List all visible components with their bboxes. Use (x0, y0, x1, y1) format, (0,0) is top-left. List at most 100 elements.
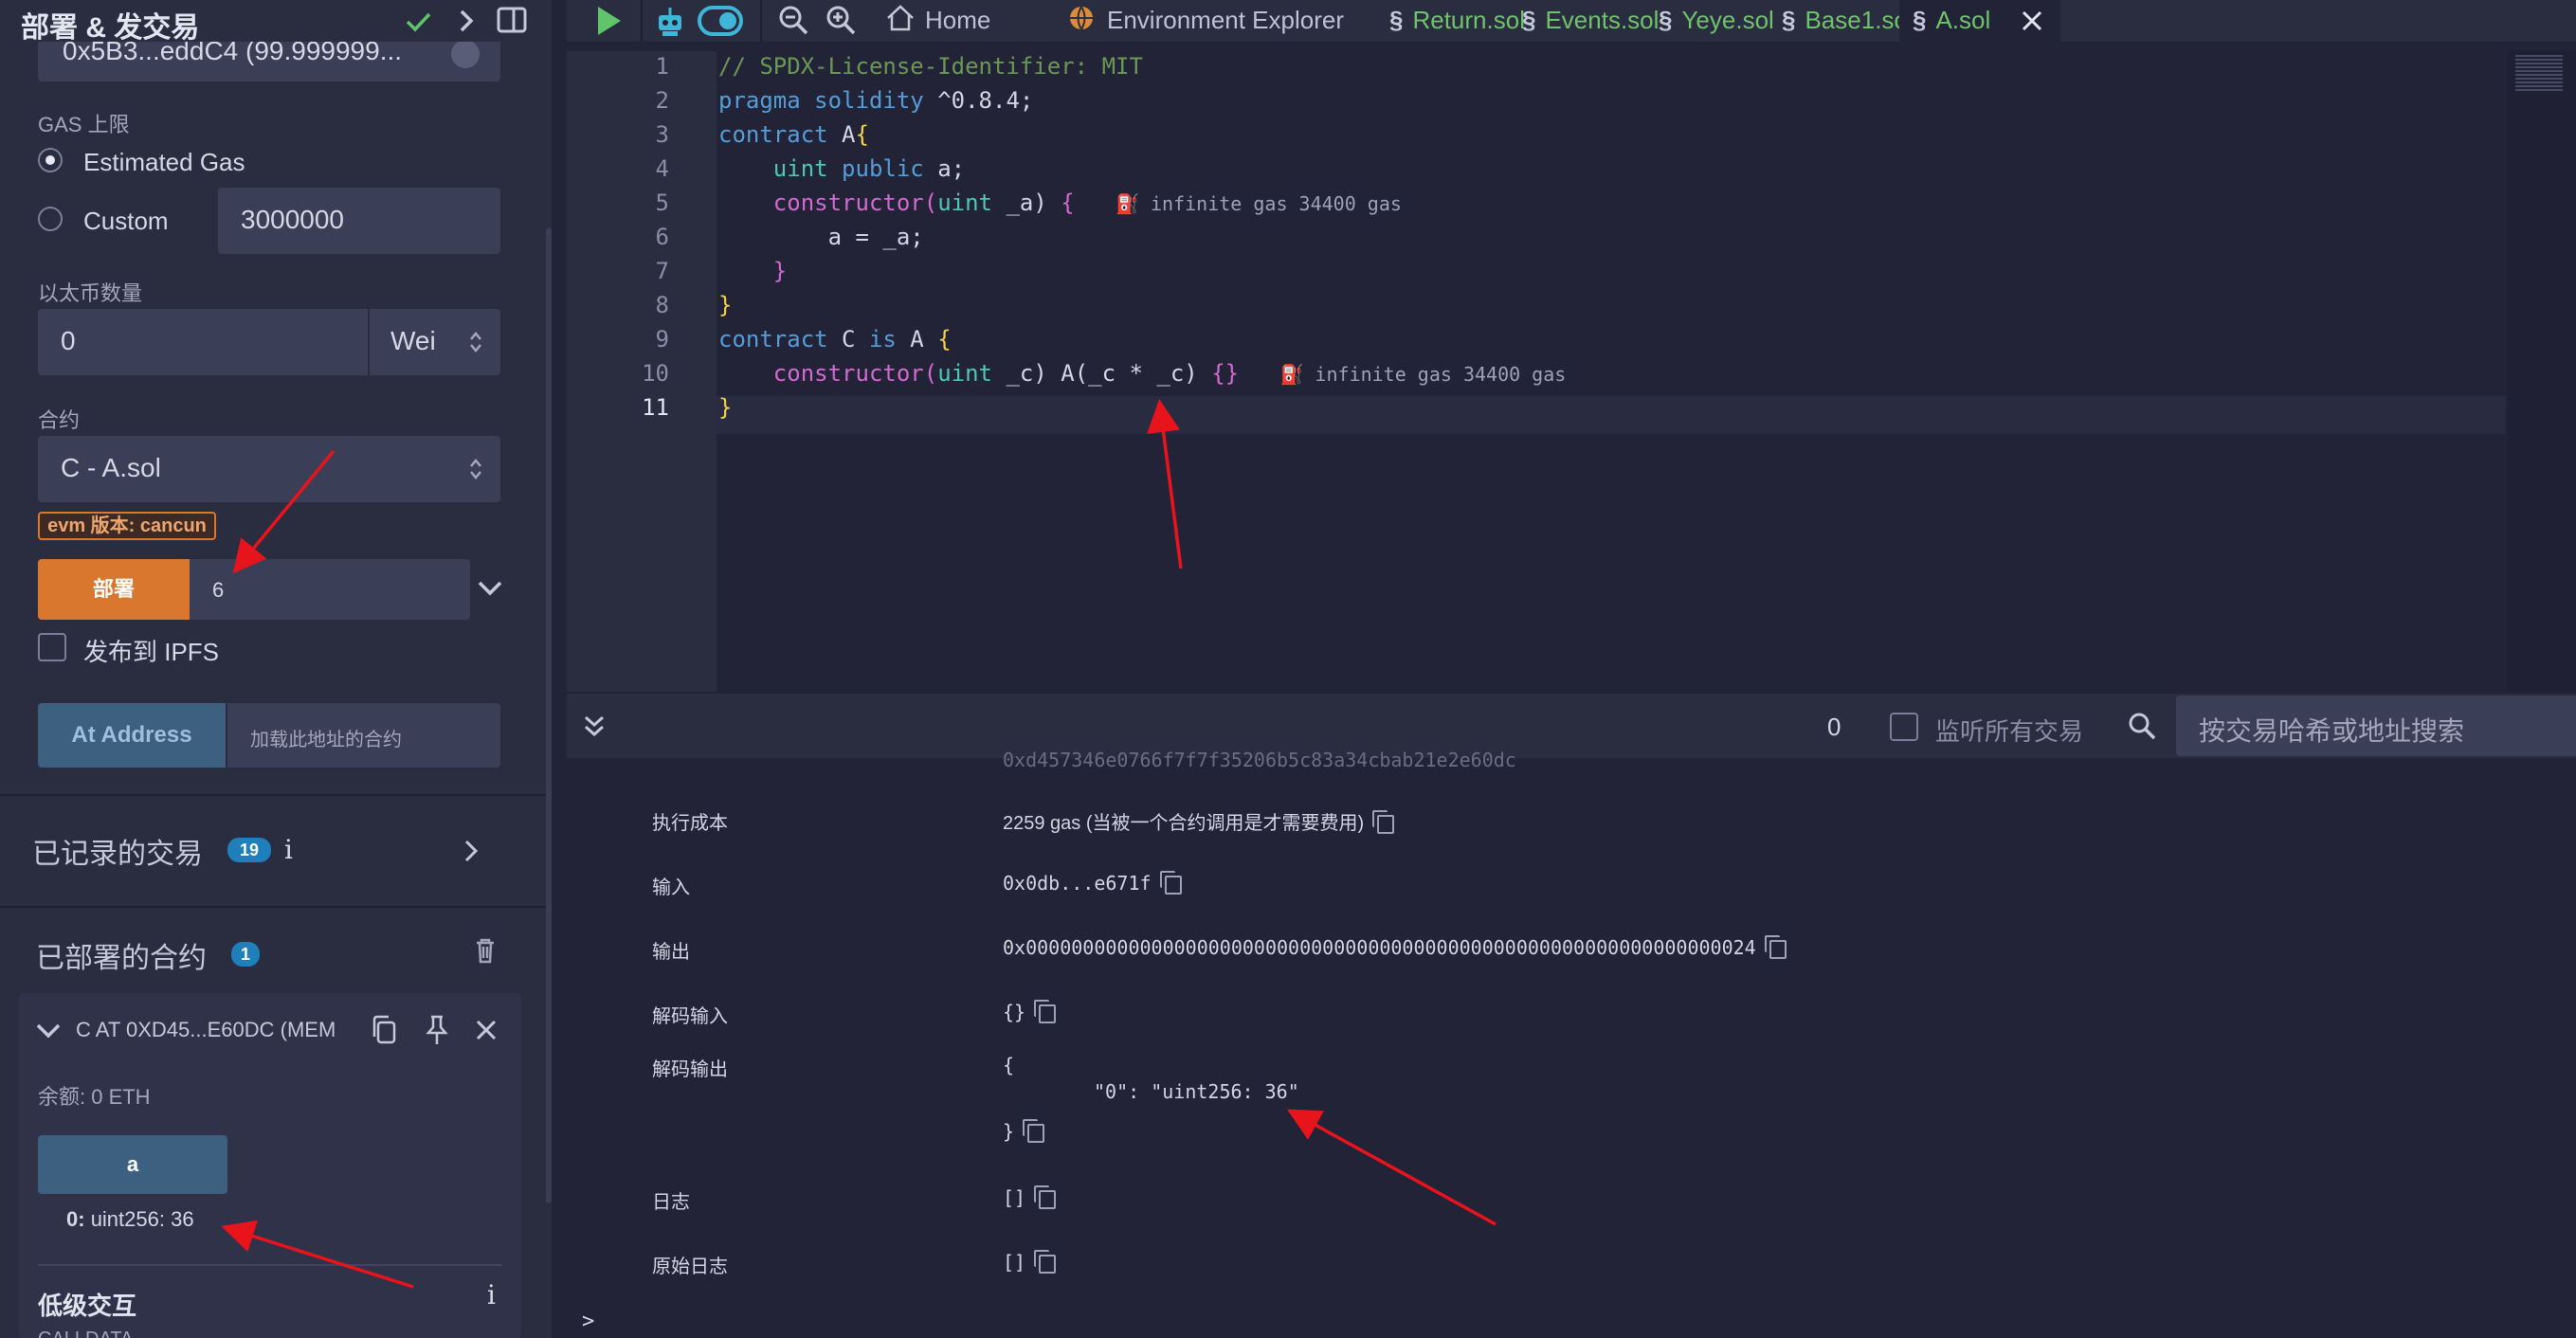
solidity-file-icon: § (1659, 6, 1673, 34)
copy-icon[interactable] (1764, 934, 1787, 959)
copy-icon[interactable] (370, 1014, 398, 1046)
minimap[interactable] (2508, 51, 2576, 692)
code-line-3: contract A{ (718, 121, 869, 148)
pin-icon[interactable] (423, 1014, 451, 1046)
at-address-placeholder: 加载此地址的合约 (250, 730, 402, 750)
chevron-right-icon[interactable] (461, 838, 481, 866)
tx-search-input[interactable]: 按交易哈希或地址搜索 (2176, 696, 2576, 756)
gas-pump-icon: ⛽ (1116, 192, 1139, 215)
custom-gas-radio[interactable] (38, 207, 63, 231)
tab-base1-sol[interactable]: § Base1.sol (1782, 0, 1914, 42)
estimated-gas-radio[interactable] (38, 148, 63, 172)
code-line-9: contract C is A { (718, 326, 952, 353)
tab-yeye-sol[interactable]: § Yeye.sol (1659, 0, 1774, 42)
instance-name[interactable]: C AT 0XD45...E60DC (MEM (76, 1018, 360, 1042)
code-type: uint (937, 360, 992, 387)
publish-ipfs-label: 发布到 IPFS (83, 638, 220, 666)
collapse-terminal-icon[interactable] (582, 713, 607, 741)
divider (641, 0, 643, 42)
contract-select[interactable]: C - A.sol (38, 436, 500, 502)
line-number: 3 (655, 121, 669, 148)
code-keyword: public (827, 155, 924, 182)
home-icon (887, 5, 914, 31)
deploy-panel: 部署 & 发交易 0x5B3...eddC4 (99.999999... GAS… (0, 0, 552, 1338)
listen-all-label: 监听所有交易 (1935, 717, 2084, 746)
solidity-file-icon: § (1522, 6, 1536, 34)
at-address-button[interactable]: At Address (38, 703, 226, 768)
chevron-right-icon[interactable] (455, 8, 478, 34)
close-icon[interactable] (474, 1018, 499, 1042)
calldata-label: CALLDATA (38, 1329, 133, 1338)
trash-icon[interactable] (474, 936, 497, 965)
value-unit: Wei (390, 326, 436, 355)
info-icon[interactable]: i (284, 834, 293, 865)
logs-value-text: [] (1003, 1186, 1026, 1209)
chevron-down-icon[interactable] (34, 1020, 63, 1042)
chevron-down-icon[interactable] (476, 574, 504, 603)
code-brace: } (772, 258, 788, 284)
terminal-prompt[interactable]: > (582, 1310, 594, 1333)
gas-hint: ⛽ infinite gas 34400 gas (1116, 192, 1402, 215)
info-icon[interactable]: i (487, 1279, 496, 1311)
tab-return-sol[interactable]: § Return.sol (1389, 0, 1525, 42)
code-brace: { (855, 121, 869, 148)
recorded-tx-label[interactable]: 已记录的交易 (32, 830, 203, 872)
panel-scrollbar[interactable] (546, 227, 552, 1203)
sidebar-toggle-icon[interactable] (497, 6, 529, 36)
zoom-out-icon[interactable] (777, 4, 811, 38)
copy-icon[interactable] (1159, 870, 1182, 895)
row-logs-key: 日志 (652, 1192, 690, 1213)
terminal (567, 758, 2576, 1338)
check-icon[interactable] (404, 9, 432, 34)
custom-gas-input[interactable]: 3000000 (218, 188, 500, 254)
tab-environment-explorer[interactable]: Environment Explorer (1067, 0, 1344, 42)
code-line-10: constructor(uint _c) A(_c * _c) {} ⛽ inf… (718, 360, 1567, 387)
raw-logs-value-text: [] (1003, 1251, 1026, 1274)
copy-icon[interactable] (1372, 809, 1395, 834)
up-down-icon (470, 332, 481, 353)
line-number: 10 (642, 360, 669, 387)
value-label: 以太币数量 (38, 281, 143, 305)
play-icon[interactable] (593, 4, 624, 38)
code-text: ^0.8.4; (923, 87, 1034, 114)
robot-icon[interactable] (654, 4, 686, 38)
close-tab-icon[interactable] (2021, 9, 2043, 32)
line-number: 5 (655, 190, 669, 216)
contract-selected: C - A.sol (61, 453, 161, 482)
tab-label: A.sol (1935, 6, 1991, 34)
line-number: 1 (655, 53, 669, 80)
code-brace: { (1061, 190, 1075, 216)
tab-a-sol[interactable]: § A.sol (1899, 0, 2060, 42)
copy-icon[interactable] (1034, 1249, 1057, 1274)
current-line-highlight (717, 396, 2506, 434)
value-input[interactable]: 0 (38, 309, 368, 375)
copy-icon[interactable] (1034, 999, 1057, 1023)
copy-icon[interactable] (1034, 1184, 1057, 1209)
listen-all-checkbox[interactable] (1890, 713, 1918, 741)
code-brace: } (718, 394, 733, 421)
deployed-instance: C AT 0XD45...E60DC (MEM 余额: 0 ETH a 0: u… (19, 993, 521, 1338)
fn-result-key: 0: (66, 1207, 85, 1231)
code-keyword: contract (718, 121, 828, 148)
row-input-key: 输入 (652, 877, 690, 898)
deploy-button[interactable]: 部署 (38, 559, 190, 620)
search-icon[interactable] (2127, 711, 2157, 741)
code-brace: } (718, 292, 733, 318)
line-number: 11 (642, 394, 669, 421)
value-unit-select[interactable]: Wei (370, 309, 500, 375)
tab-events-sol[interactable]: § Events.sol (1522, 0, 1659, 42)
fn-a-button[interactable]: a (38, 1135, 227, 1194)
toggle-icon[interactable] (698, 4, 745, 38)
code-function: constructor (772, 360, 924, 387)
copy-account-icon[interactable] (451, 40, 480, 68)
zoom-in-icon[interactable] (825, 4, 859, 38)
publish-ipfs-checkbox[interactable] (38, 633, 66, 661)
deploy-args-input[interactable]: 6 (190, 559, 470, 620)
gas-limit-label: GAS 上限 (38, 113, 130, 136)
globe-icon (1070, 6, 1093, 31)
at-address-input[interactable]: 加载此地址的合约 (227, 703, 500, 768)
line-number: 2 (655, 87, 669, 114)
tab-home[interactable]: Home (885, 0, 990, 42)
copy-icon[interactable] (1023, 1118, 1045, 1143)
row-decoded-input-key: 解码输入 (652, 1006, 728, 1027)
